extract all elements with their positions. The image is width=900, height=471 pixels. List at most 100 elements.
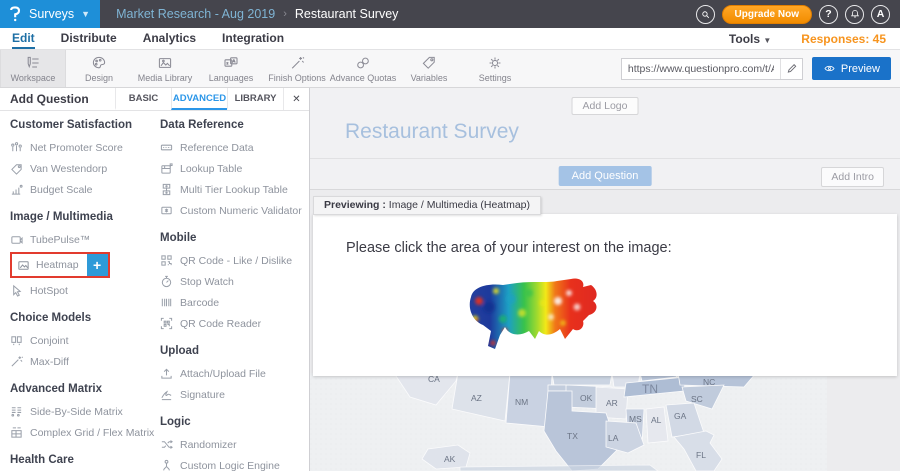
toolbar-item-media-library[interactable]: Media Library [132,50,198,87]
nav-tab-edit[interactable]: Edit [12,28,35,49]
breadcrumb-separator-icon: › [283,8,287,20]
question-type-qr-code-reader[interactable]: QR Code Reader [160,313,309,334]
section-advanced-matrix: Advanced Matrix Side-By-Side MatrixComple… [10,383,160,443]
question-type-custom-logic-engine[interactable]: Custom Logic Engine [160,455,309,471]
barcode-icon [160,296,173,309]
question-type-stop-watch[interactable]: Stop Watch [160,271,309,292]
section-title: Choice Models [10,312,160,324]
upgrade-now-button[interactable]: Upgrade Now [722,5,812,24]
product-switcher[interactable]: Surveys ▼ [0,0,100,28]
workspace-icon [25,55,41,71]
survey-title[interactable]: Restaurant Survey [345,120,519,144]
page-background [827,373,900,471]
qr-icon [160,254,173,267]
state-label-tn: TN [642,382,658,396]
search-button[interactable] [696,5,715,24]
signature-icon [160,388,173,401]
question-type-hotspot[interactable]: HotSpot [10,280,160,301]
branch-icon [160,459,173,471]
add-question-button[interactable]: Add Question [559,166,652,186]
palette-icon [91,55,107,71]
question-type-barcode[interactable]: Barcode [160,292,309,313]
question-preview-card: Please click the area of your interest o… [313,214,897,376]
state-label-fl: FL [696,450,706,460]
notifications-button[interactable] [845,5,864,24]
upload-icon [160,367,173,380]
question-type-heatmap-selected[interactable]: Heatmap+ [10,252,110,278]
section-health-care: Health CareHomunculus Question [10,454,160,471]
question-type-attach-upload-file[interactable]: Attach/Upload File [160,363,309,384]
survey-url-input[interactable] [622,59,780,79]
question-type-signature[interactable]: Signature [160,384,309,405]
survey-editor: Add Logo Restaurant Survey Add Question … [310,88,900,471]
panel-tab-basic[interactable]: BASIC [115,88,171,110]
bars-icon [10,183,23,196]
section-title: Mobile [160,232,309,244]
pencil-icon [786,63,797,74]
tag-icon [10,162,23,175]
toolbar-item-design[interactable]: Design [66,50,132,87]
section-title: Data Reference [160,119,309,131]
question-type-multi-tier-lookup-table[interactable]: Multi Tier Lookup Table [160,179,309,200]
section-title: Advanced Matrix [10,383,160,395]
question-type-tubepulse[interactable]: TubePulse™ [10,229,160,250]
conjoint-icon [10,334,23,347]
question-text: Please click the area of your interest o… [313,214,897,256]
panel-tab-advanced[interactable]: ADVANCED [171,88,227,110]
edit-url-button[interactable] [780,59,802,79]
toolbar-item-settings[interactable]: Settings [462,50,528,87]
divider [310,158,900,159]
state-label-sc: SC [691,394,703,404]
chevron-down-icon: ▼ [763,36,771,45]
cursor-icon [10,284,23,297]
question-type-reference-data[interactable]: Reference Data [160,137,309,158]
preview-button[interactable]: Preview [812,57,891,80]
breadcrumb-folder[interactable]: Market Research - Aug 2019 [116,7,275,21]
question-type-max-diff[interactable]: Max-Diff [10,351,160,372]
toolbar-item-languages[interactable]: Languages [198,50,264,87]
bell-icon [849,8,861,20]
nav-tab-analytics[interactable]: Analytics [143,28,196,49]
panel-tab-library[interactable]: LIBRARY [227,88,283,110]
question-type-lookup-table[interactable]: Lookup Table [160,158,309,179]
add-heatmap-button[interactable]: + [87,254,108,276]
toolbar-item-variables[interactable]: Variables [396,50,462,87]
heatmap-usa-image[interactable] [459,273,614,358]
us-states-map[interactable]: CAAZNMOKARTNNCSCMSALGATXLAFLAK [310,373,827,471]
question-type-custom-numeric-validator[interactable]: Custom Numeric Validator [160,200,309,221]
help-button[interactable]: ? [819,5,838,24]
avatar[interactable]: A [871,5,890,24]
gear-icon [487,55,503,71]
previewing-label: Previewing : Image / Multimedia (Heatmap… [313,196,541,215]
toolbar-item-finish-options[interactable]: Finish Options [264,50,330,87]
tools-menu[interactable]: Tools ▼ [729,32,771,46]
state-label-tx: TX [567,431,578,441]
questionpro-logo-icon [8,6,22,22]
responses-count[interactable]: Responses: 45 [801,32,886,46]
add-logo-button[interactable]: Add Logo [572,97,639,115]
breadcrumb: Market Research - Aug 2019 › Restaurant … [116,7,398,21]
section-choice-models: Choice Models ConjointMax-Diff [10,312,160,372]
question-type-conjoint[interactable]: Conjoint [10,330,160,351]
question-type-qr-code-like-dislike[interactable]: QR Code - Like / Dislike [160,250,309,271]
question-type-budget-scale[interactable]: Budget Scale [10,179,160,200]
question-type-side-by-side-matrix[interactable]: Side-By-Side Matrix [10,401,160,422]
video-icon [10,233,23,246]
question-type-net-promoter-score[interactable]: Net Promoter Score [10,137,160,158]
question-type-complex-grid-flex-matrix[interactable]: Complex Grid / Flex Matrix [10,422,160,443]
toolbar-item-workspace[interactable]: Workspace [0,50,66,87]
question-type-randomizer[interactable]: Randomizer [160,434,309,455]
add-question-panel: Add Question BASICADVANCEDLIBRARY ✕ Cust… [0,88,310,471]
shuffle-icon [160,438,173,451]
section-title: Customer Satisfaction [10,119,160,131]
stopwatch-icon [160,275,173,288]
toolbar-item-advance-quotas[interactable]: Advance Quotas [330,50,396,87]
add-intro-button[interactable]: Add Intro [821,167,884,187]
nav-tab-integration[interactable]: Integration [222,28,284,49]
top-bar: Surveys ▼ Market Research - Aug 2019 › R… [0,0,900,28]
nav-tab-distribute[interactable]: Distribute [61,28,117,49]
us-map-background: CAAZNMOKARTNNCSCMSALGATXLAFLAK [310,373,900,471]
close-panel-button[interactable]: ✕ [283,88,309,110]
section-title: Health Care [10,454,160,466]
question-type-van-westendorp[interactable]: Van Westendorp [10,158,160,179]
